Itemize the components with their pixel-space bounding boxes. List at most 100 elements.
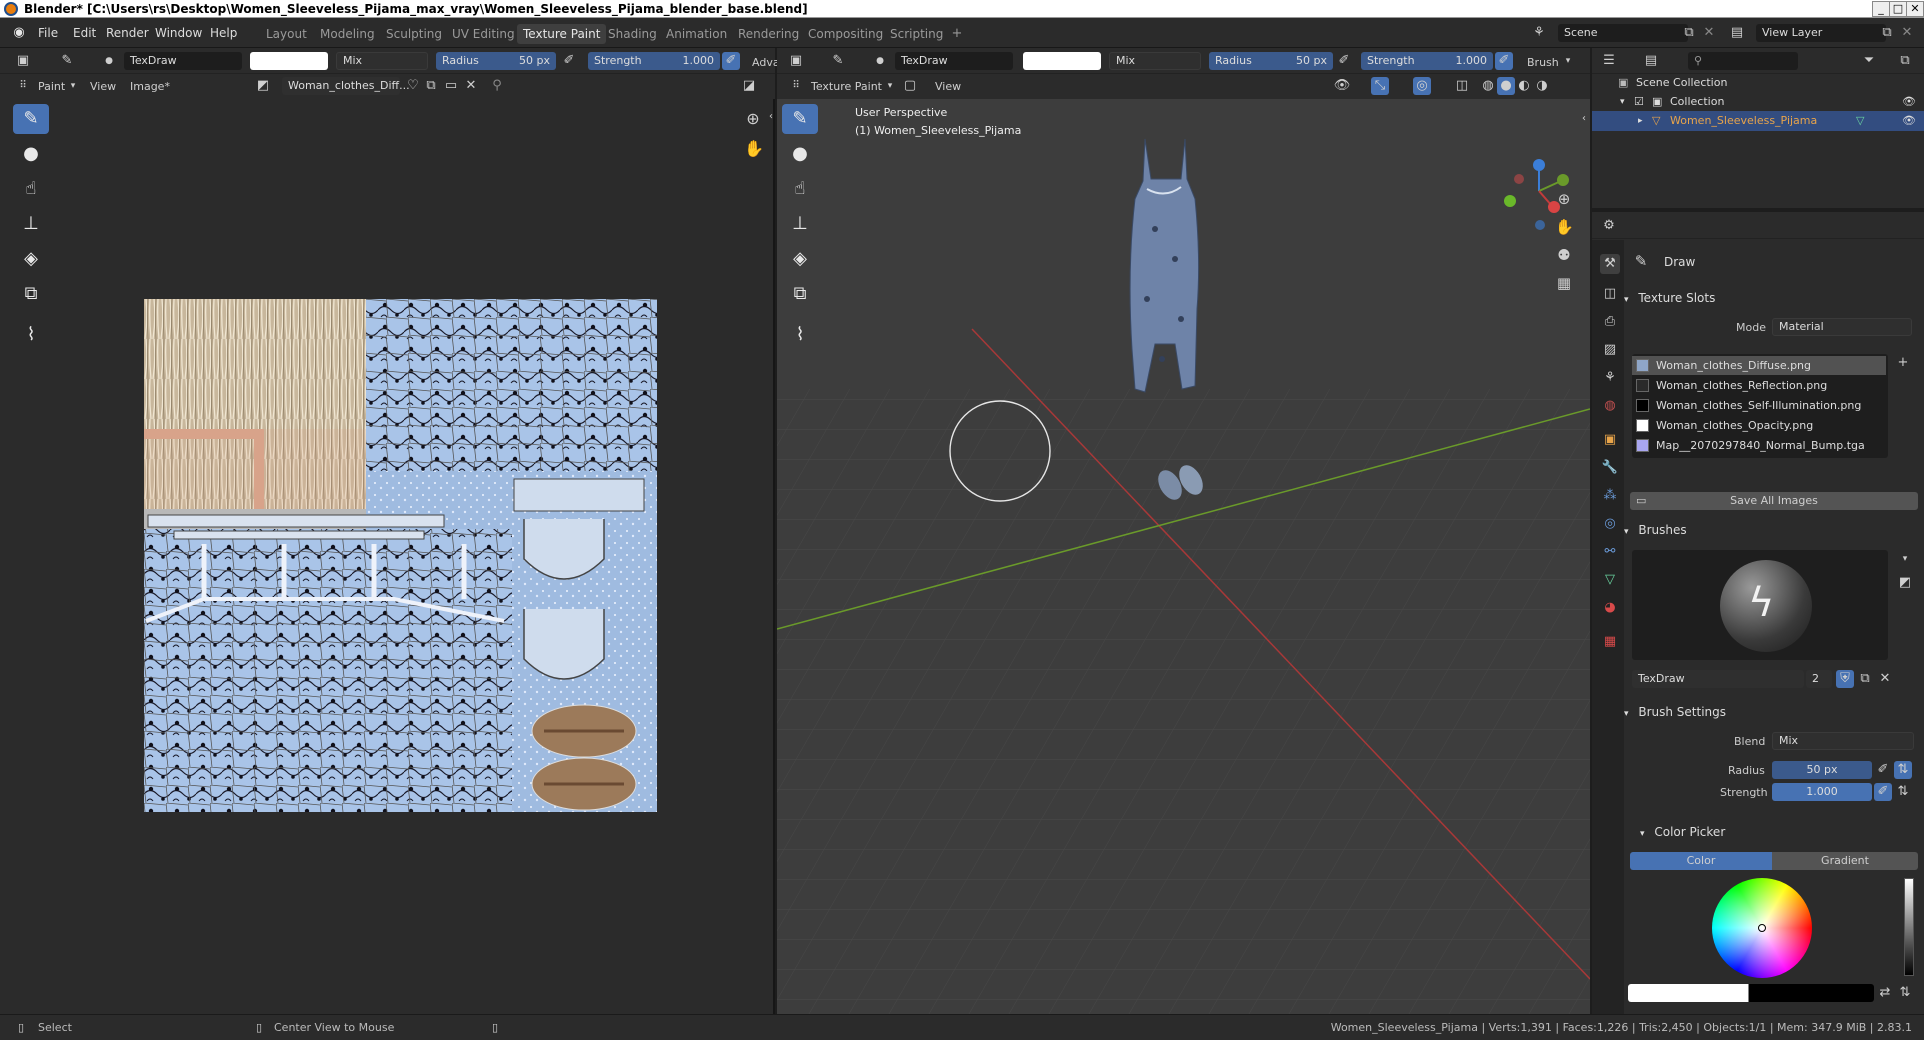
tab-scripting[interactable]: Scripting [884,24,949,44]
new-image-icon[interactable]: ⧉ [422,77,440,95]
viewport-clone-tool-button[interactable]: ⊥ [782,209,818,239]
viewport-brush-tool-icon[interactable]: ✎ [829,52,847,70]
image-menu[interactable]: Image* [130,80,170,93]
viewport-fill-tool-button[interactable]: ◈ [782,244,818,274]
output-tab-icon[interactable]: ⎙ [1600,312,1620,332]
tab-animation[interactable]: Animation [660,24,733,44]
tool-tab-icon[interactable]: ⚒ [1600,254,1620,274]
sidebar-toggle-icon[interactable]: ‹ [766,108,776,126]
material-shading-icon[interactable]: ◐ [1515,77,1533,95]
xray-icon[interactable]: ◫ [1453,77,1471,95]
viewport-radius-slider[interactable]: Radius 50 px [1209,52,1333,70]
minimize-button[interactable]: _ [1872,1,1890,17]
texture-slot-2[interactable]: Woman_clothes_Self-Illumination.png [1632,396,1886,415]
brush-users-count[interactable]: 2 [1806,670,1832,688]
image-name-field[interactable]: Woman_clothes_Diff... [282,77,410,95]
gizmo-icon[interactable]: ⤡ [1371,77,1389,95]
viewport-brush-color-swatch[interactable] [1023,52,1101,70]
pin-icon[interactable]: ⚲ [488,77,506,95]
zoom-icon[interactable]: ⊕ [744,110,762,128]
viewport-mask-tool-button[interactable]: ⧉ [782,279,818,309]
brush-blend-dropdown[interactable]: Mix [1772,732,1914,750]
rendered-shading-icon[interactable]: ◑ [1533,77,1551,95]
texture-mode-dropdown[interactable]: Material [1772,318,1912,336]
draw-tool-button[interactable]: ✎ [13,104,49,134]
blend-dropdown[interactable]: Mix [336,52,428,70]
value-slider[interactable] [1904,878,1914,976]
strength-slider[interactable]: Strength 1.000 [588,52,720,70]
new-scene-icon[interactable]: ⧉ [1680,24,1698,42]
visibility-icon[interactable]: 👁 [1333,77,1351,95]
brush-menu[interactable]: Brush [1527,56,1559,69]
3d-viewport[interactable]: ▣ ✎ ● TexDraw Mix Radius 50 px ✐ Strength… [777,48,1590,1014]
overlay-icon[interactable]: ◎ [1413,77,1431,95]
display-channels-icon[interactable]: ◪ [740,77,758,95]
tab-layout[interactable]: Layout [260,24,313,44]
remove-view-layer-icon[interactable]: ✕ [1898,24,1916,42]
brush-name-field[interactable]: TexDraw [124,52,242,70]
image-browse-icon[interactable]: ◩ [254,77,272,95]
pijama-model[interactable] [1129,138,1200,393]
collection-checkbox-icon[interactable]: ☑ [1634,92,1644,112]
viewport-brush-preview-icon[interactable]: ● [871,52,889,70]
brush-radius-slider[interactable]: 50 px [1772,761,1872,779]
viewport-zoom-icon[interactable]: ⊕ [1555,190,1573,208]
radius-pressure-icon[interactable]: ✐ [560,52,578,70]
menu-file[interactable]: File [38,26,58,40]
viewport-draw-tool-button[interactable]: ✎ [782,104,818,134]
data-tab-icon[interactable]: ▽ [1600,570,1620,590]
brush-list-chevron-icon[interactable]: ▾ [1896,550,1914,568]
tab-shading[interactable]: Shading [602,24,663,44]
new-collection-icon[interactable]: ⧉ [1896,52,1914,70]
tab-rendering[interactable]: Rendering [732,24,805,44]
physics-tab-icon[interactable]: ◎ [1600,514,1620,534]
outliner-row-collection[interactable]: ▾ ☑ ▣ Collection 👁 [1592,92,1924,112]
smear-tool-button[interactable]: ☝ [13,174,49,204]
unlink-image-icon[interactable]: ✕ [462,77,480,95]
brush-preview-toggle-icon[interactable]: ◩ [1896,574,1914,592]
add-texture-slot-icon[interactable]: + [1894,354,1912,372]
annotate-tool-button[interactable]: ⌇ [13,320,49,350]
collection-expand-icon[interactable]: ▾ [1620,92,1625,112]
tab-modeling[interactable]: Modeling [314,24,381,44]
soften-tool-button[interactable]: ● [13,139,49,169]
add-workspace-icon[interactable]: + [948,25,966,43]
tab-compositing[interactable]: Compositing [802,24,889,44]
tab-uv-editing[interactable]: UV Editing [446,24,521,44]
viewport-smear-tool-button[interactable]: ☝ [782,174,818,204]
remove-scene-icon[interactable]: ✕ [1700,24,1718,42]
scene-tab-icon[interactable]: ⚘ [1600,368,1620,388]
open-image-icon[interactable]: ▭ [442,77,460,95]
view-layer-tab-icon[interactable]: ▨ [1600,340,1620,360]
swap-colors-icon[interactable]: ⇄ [1876,984,1894,1002]
viewport-blend-dropdown[interactable]: Mix [1109,52,1201,70]
object-visibility-icon[interactable]: 👁 [1902,111,1916,131]
fake-user-shield-icon[interactable]: ⛨ [1836,670,1854,688]
brush-tool-icon[interactable]: ✎ [58,52,76,70]
new-brush-icon[interactable]: ⧉ [1856,670,1874,688]
fake-user-icon[interactable]: ♡ [404,77,422,95]
brush-strength-slider[interactable]: 1.000 [1772,783,1872,801]
texture-slot-4[interactable]: Map__2070297840_Normal_Bump.tga [1632,436,1886,455]
object-tab-icon[interactable]: ▣ [1600,430,1620,450]
viewport-sidebar-toggle-icon[interactable]: ‹ [1579,110,1589,128]
texture-slot-3[interactable]: Woman_clothes_Opacity.png [1632,416,1886,435]
clone-tool-button[interactable]: ⊥ [13,209,49,239]
brush-name-field[interactable]: TexDraw [1632,670,1804,688]
maximize-button[interactable]: □ [1889,1,1907,17]
color-picker-header[interactable]: ▾ Color Picker [1640,820,1924,844]
texture-slot-0[interactable]: Woman_clothes_Diffuse.png [1632,356,1886,375]
tab-texture-paint[interactable]: Texture Paint [517,24,607,44]
menu-edit[interactable]: Edit [73,26,96,40]
brushes-header[interactable]: ▾ Brushes [1624,518,1920,542]
filter-icon[interactable]: ⏷ [1860,52,1878,70]
viewport-annotate-tool-button[interactable]: ⌇ [782,320,818,350]
editor-type-icon[interactable]: ▣ [14,52,32,70]
outliner-row-scene-collection[interactable]: ▣ Scene Collection [1592,73,1924,93]
collection-visibility-icon[interactable]: 👁 [1902,92,1916,112]
viewport-radius-pressure-icon[interactable]: ✐ [1335,52,1353,70]
texture-image[interactable] [144,299,657,812]
viewport-strength-pressure-icon[interactable]: ✐ [1495,52,1513,70]
properties-editor-type-icon[interactable]: ⚙ [1600,217,1618,235]
solid-shading-icon[interactable]: ● [1497,77,1515,95]
